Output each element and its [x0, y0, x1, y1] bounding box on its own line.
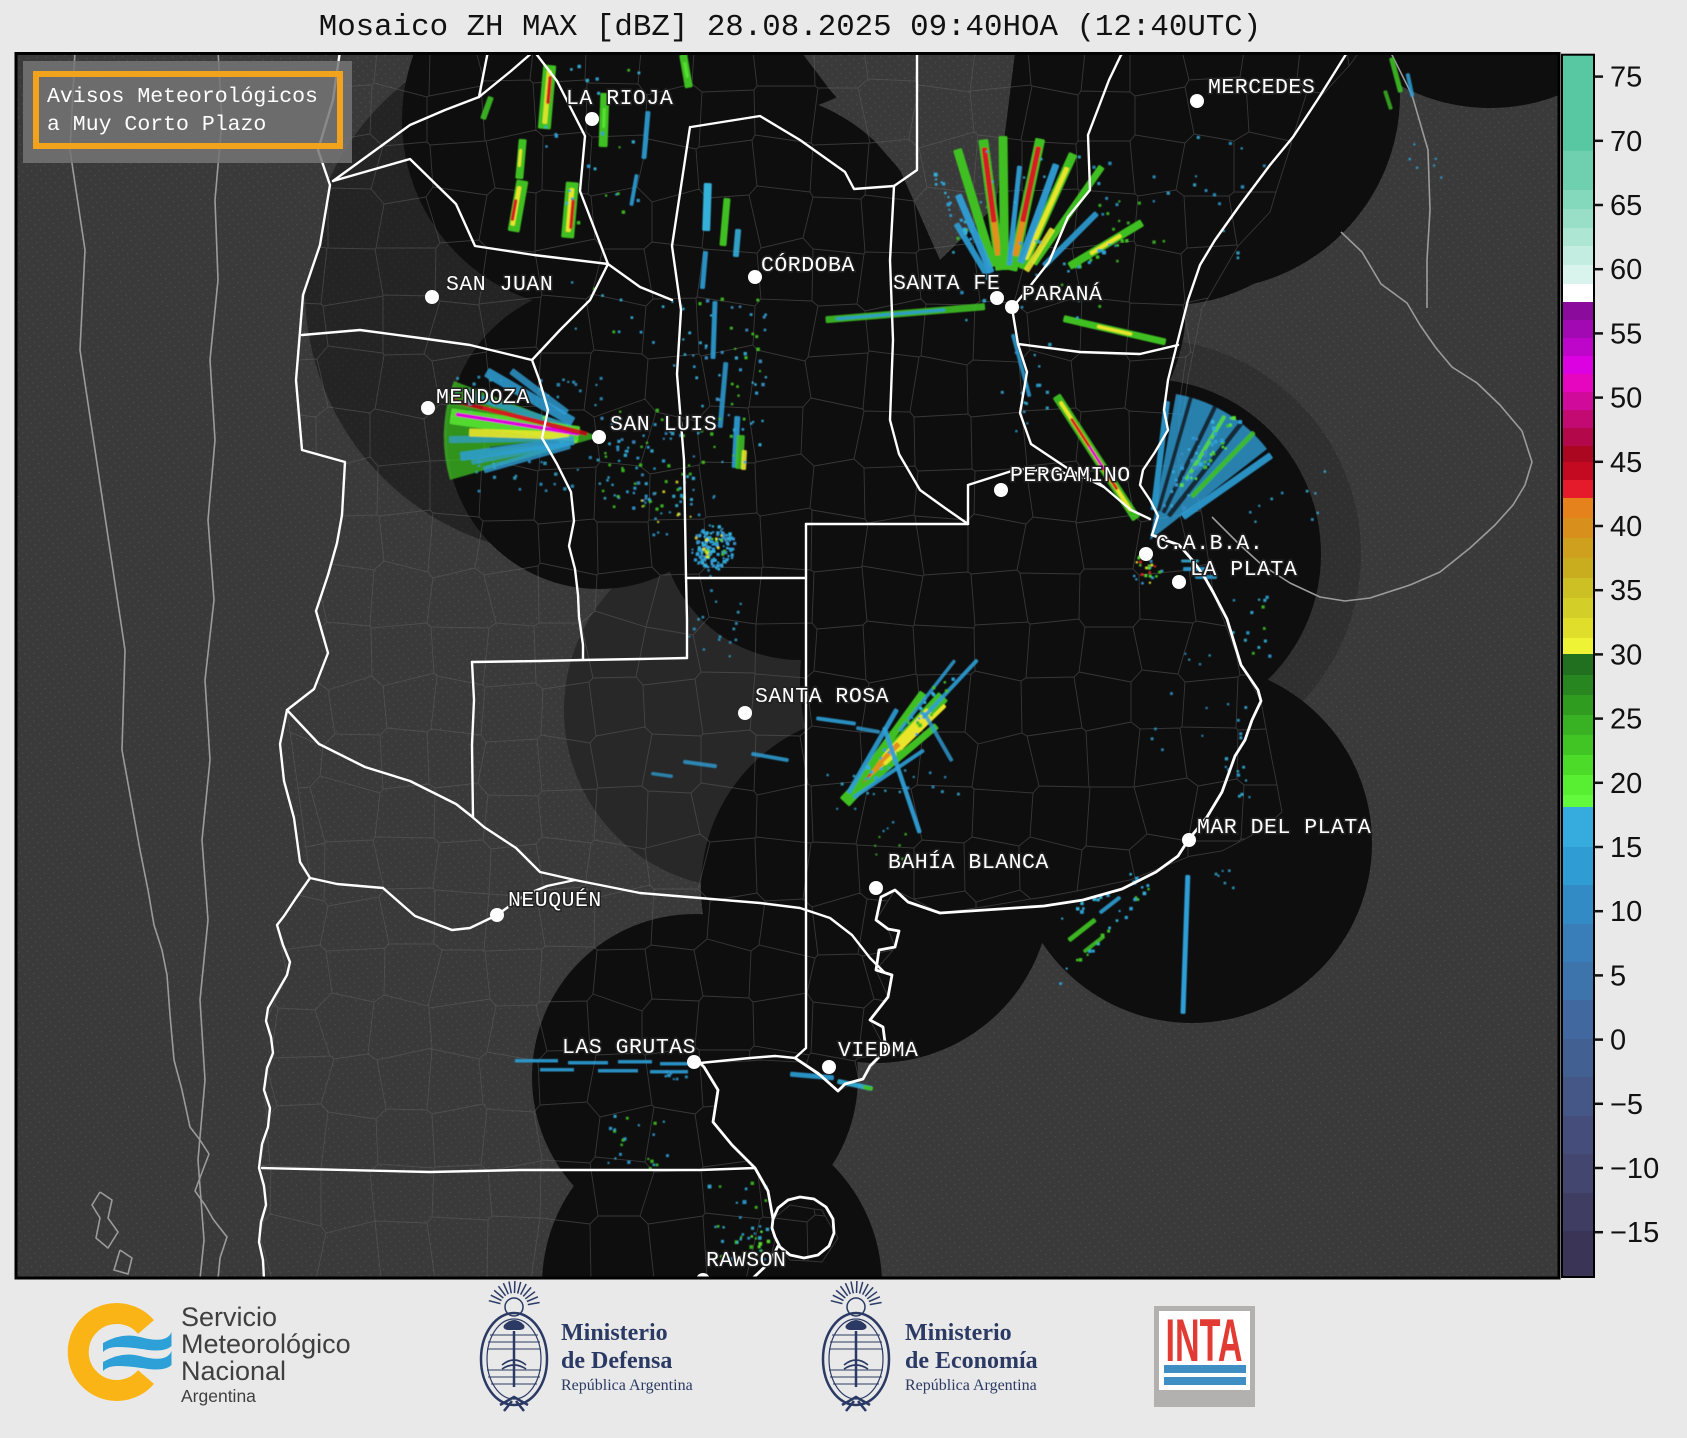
svg-text:SANTA ROSA: SANTA ROSA — [755, 685, 889, 709]
svg-text:40: 40 — [1610, 511, 1642, 543]
svg-text:45: 45 — [1610, 447, 1642, 479]
svg-text:70: 70 — [1610, 126, 1642, 158]
svg-text:Ministerio: Ministerio — [561, 1320, 668, 1346]
svg-text:PERGAMINO: PERGAMINO — [1010, 464, 1131, 488]
svg-text:RAWSON: RAWSON — [706, 1249, 786, 1273]
svg-text:0: 0 — [1610, 1025, 1626, 1057]
svg-text:−5: −5 — [1610, 1089, 1643, 1121]
svg-text:PARANÁ: PARANÁ — [1022, 281, 1102, 307]
svg-text:Argentina: Argentina — [181, 1386, 256, 1406]
svg-text:Mosaico ZH MAX [dBZ] 28.08.202: Mosaico ZH MAX [dBZ] 28.08.2025 09:40HOA… — [319, 10, 1262, 45]
svg-text:Ministerio: Ministerio — [905, 1320, 1012, 1346]
svg-text:SANTA FE: SANTA FE — [893, 272, 1000, 296]
svg-text:65: 65 — [1610, 190, 1642, 222]
svg-text:15: 15 — [1610, 832, 1642, 864]
svg-text:de Economía: de Economía — [905, 1348, 1038, 1374]
svg-text:Nacional: Nacional — [181, 1356, 286, 1386]
svg-text:a Muy Corto Plazo: a Muy Corto Plazo — [47, 113, 266, 137]
svg-text:20: 20 — [1610, 768, 1642, 800]
svg-text:30: 30 — [1610, 639, 1642, 671]
svg-text:60: 60 — [1610, 254, 1642, 286]
svg-text:25: 25 — [1610, 704, 1642, 736]
svg-text:INTA: INTA — [1166, 1307, 1243, 1374]
svg-text:C.A.B.A.: C.A.B.A. — [1156, 532, 1263, 556]
svg-text:Meteorológico: Meteorológico — [181, 1329, 351, 1359]
svg-text:MERCEDES: MERCEDES — [1208, 76, 1315, 100]
svg-text:50: 50 — [1610, 383, 1642, 415]
svg-text:Avisos Meteorológicos: Avisos Meteorológicos — [47, 85, 318, 109]
svg-text:VIEDMA: VIEDMA — [838, 1039, 918, 1063]
svg-text:SAN LUIS: SAN LUIS — [610, 413, 717, 437]
svg-text:SAN JUAN: SAN JUAN — [446, 273, 553, 297]
svg-text:75: 75 — [1610, 62, 1642, 94]
svg-text:CÓRDOBA: CÓRDOBA — [761, 252, 855, 278]
svg-text:MAR DEL PLATA: MAR DEL PLATA — [1197, 816, 1371, 840]
svg-text:República Argentina: República Argentina — [561, 1377, 693, 1394]
svg-text:−10: −10 — [1610, 1153, 1659, 1185]
svg-text:de Defensa: de Defensa — [561, 1348, 672, 1374]
svg-text:35: 35 — [1610, 575, 1642, 607]
svg-text:NEUQUÉN: NEUQUÉN — [508, 887, 602, 913]
svg-text:LA PLATA: LA PLATA — [1190, 558, 1297, 582]
svg-text:LAS GRUTAS: LAS GRUTAS — [562, 1036, 696, 1060]
svg-text:55: 55 — [1610, 318, 1642, 350]
svg-text:República Argentina: República Argentina — [905, 1377, 1037, 1394]
svg-text:MENDOZA: MENDOZA — [436, 386, 530, 410]
svg-text:Servicio: Servicio — [181, 1302, 277, 1332]
svg-text:BAHÍA BLANCA: BAHÍA BLANCA — [888, 849, 1049, 875]
svg-text:10: 10 — [1610, 896, 1642, 928]
svg-text:5: 5 — [1610, 960, 1626, 992]
svg-text:−15: −15 — [1610, 1217, 1659, 1249]
svg-text:LA RIOJA: LA RIOJA — [566, 87, 673, 111]
